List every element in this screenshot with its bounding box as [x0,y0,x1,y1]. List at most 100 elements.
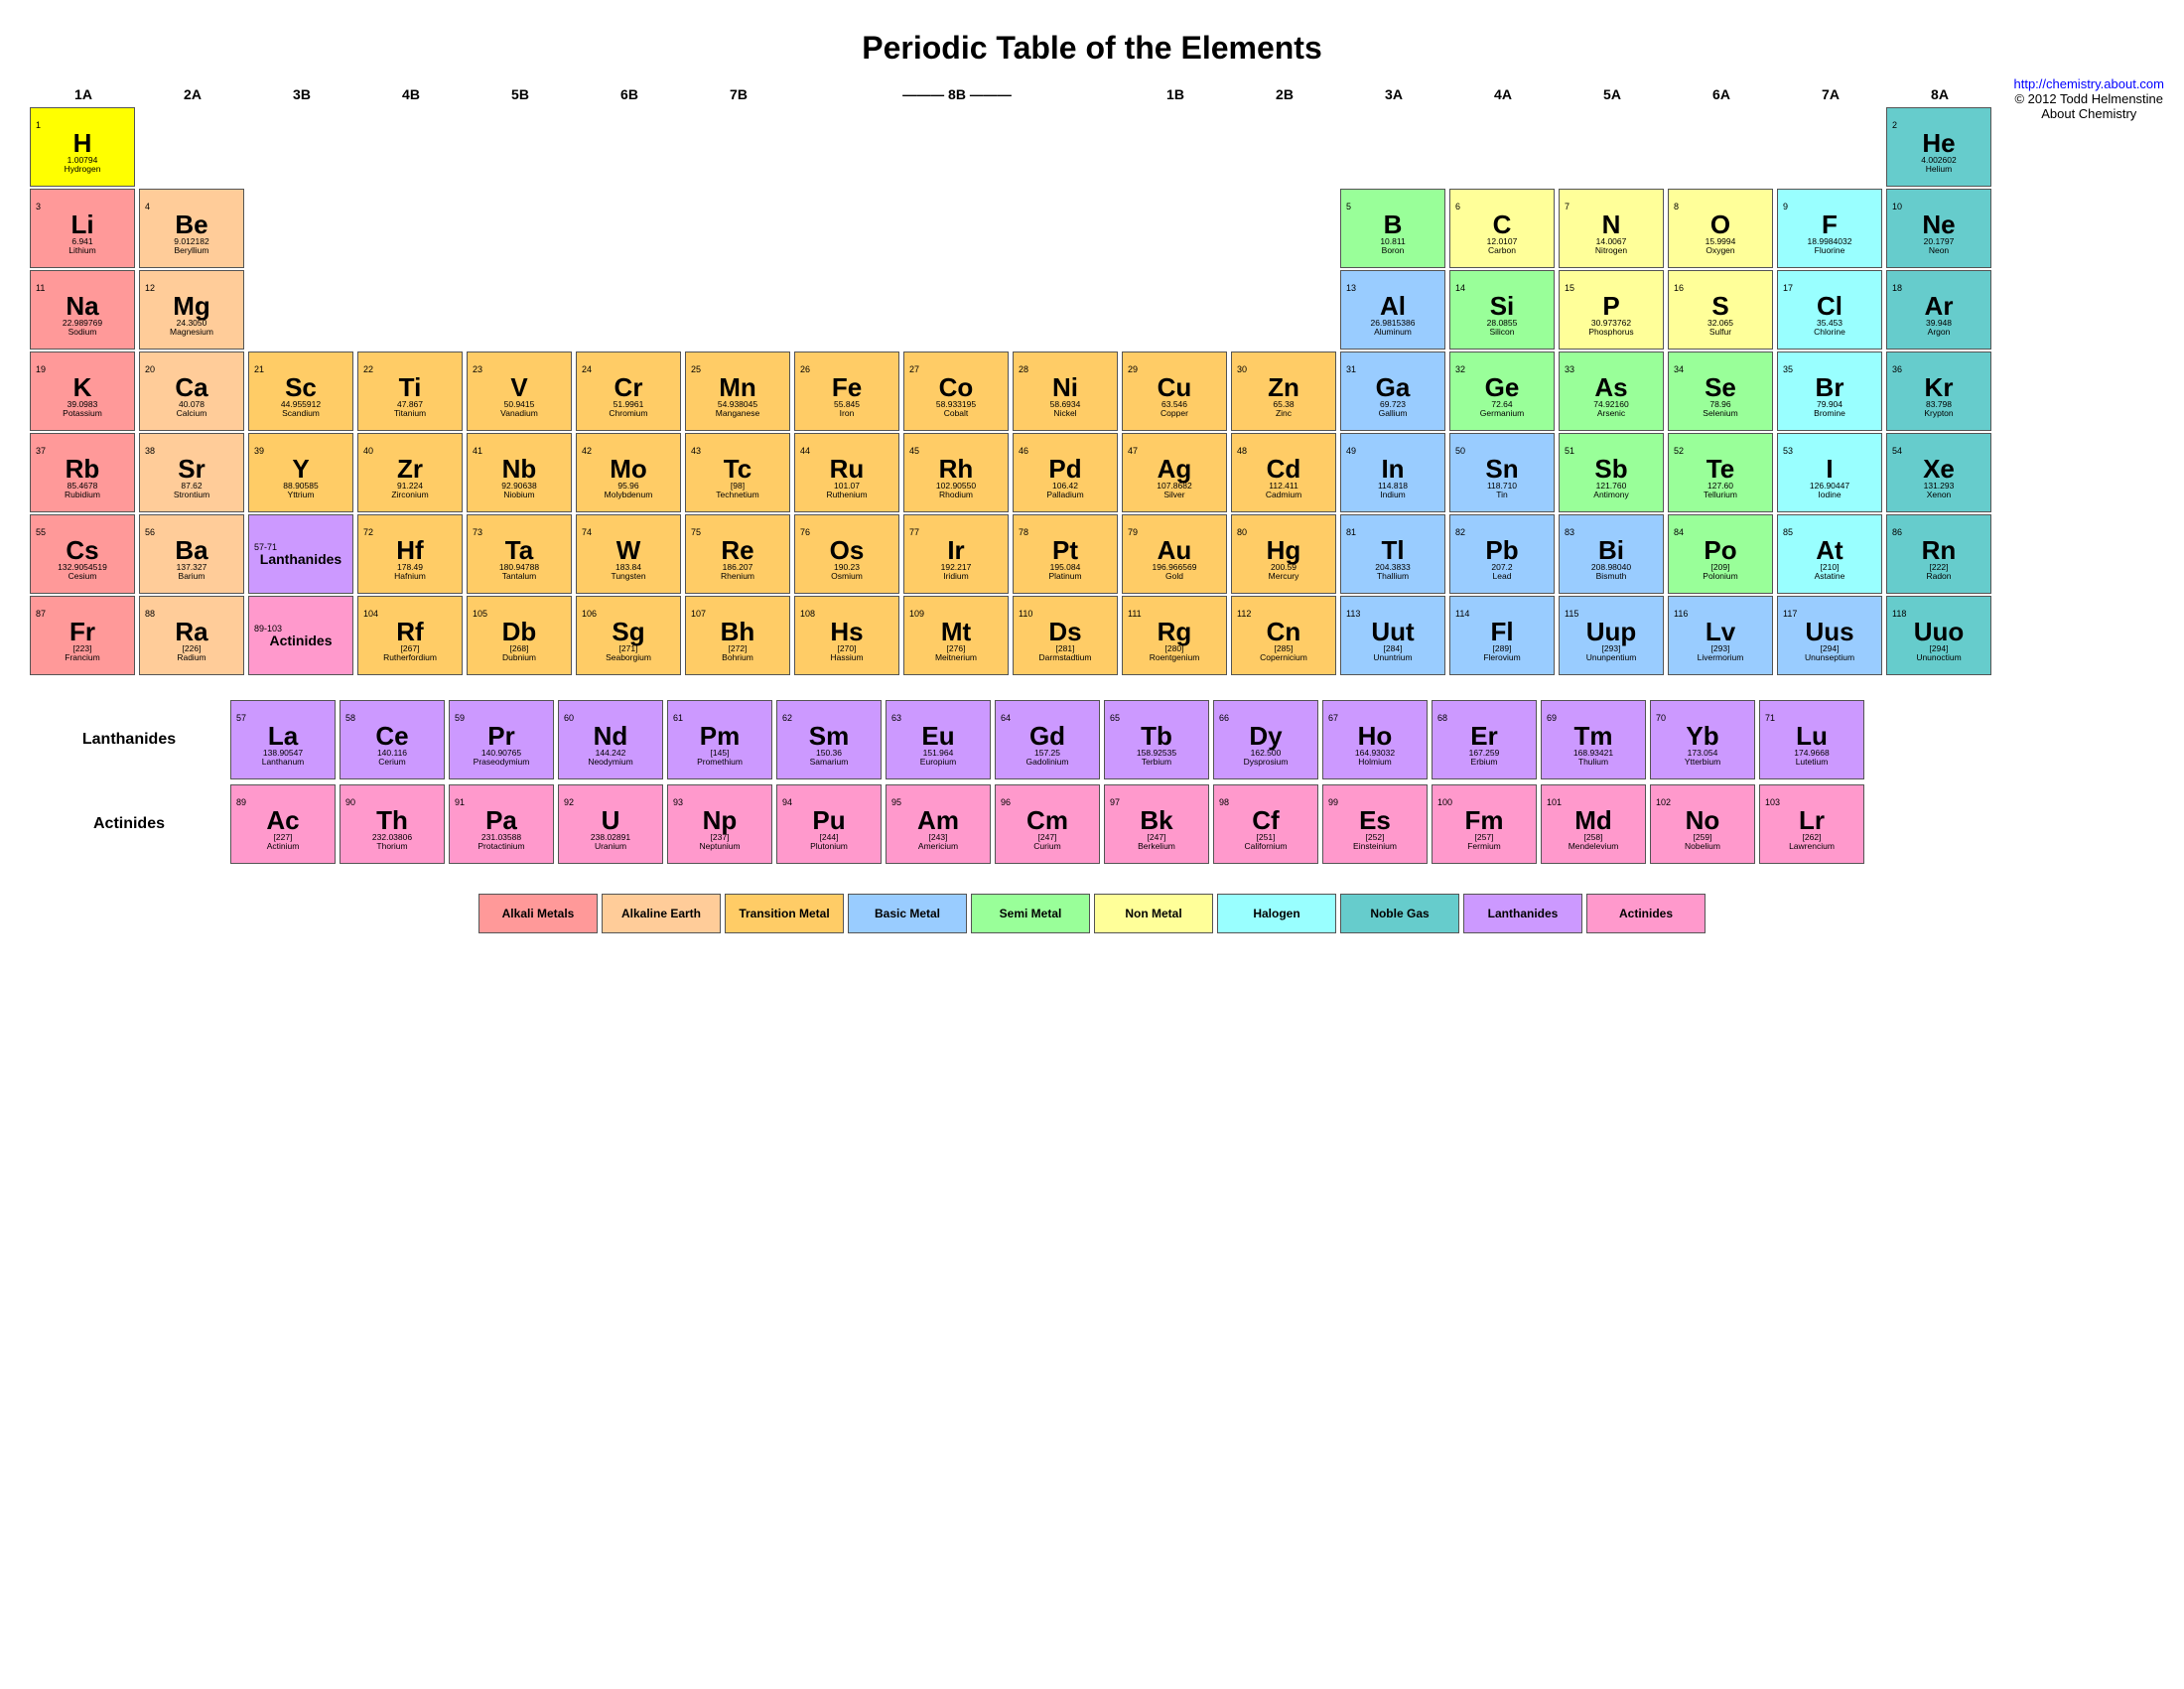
element-S: 16 S 32.065 Sulfur [1668,270,1773,350]
group-label-5a: 5A [1559,86,1666,102]
element-Ho: 67 Ho 164.93032 Holmium [1322,700,1428,779]
group-label-3a: 3A [1340,86,1447,102]
group-labels-row: 1A 2A 3B 4B 5B 6B 7B ——— 8B ——— 1B 2B 3A… [30,86,2154,102]
element-Sn: 50 Sn 118.710 Tin [1449,433,1555,512]
group-label-8b: ——— 8B ——— [794,86,1120,102]
element-At: 85 At [210] Astatine [1777,514,1882,594]
element-Zr: 40 Zr 91.224 Zirconium [357,433,463,512]
element-Cf: 98 Cf [251] Californium [1213,784,1318,864]
element-Po: 84 Po [209] Polonium [1668,514,1773,594]
element-No: 102 No [259] Nobelium [1650,784,1755,864]
element-Ta: 73 Ta 180.94788 Tantalum [467,514,572,594]
element-Am: 95 Am [243] Americium [886,784,991,864]
element-Lu: 71 Lu 174.9668 Lutetium [1759,700,1864,779]
group-label-7b: 7B [685,86,792,102]
element-Ac: 89 Ac [227] Actinium [230,784,336,864]
element-H: 1 H 1.00794 Hydrogen [30,107,135,187]
element-Hf: 72 Hf 178.49 Hafnium [357,514,463,594]
element-Te: 52 Te 127.60 Tellurium [1668,433,1773,512]
element-W: 74 W 183.84 Tungsten [576,514,681,594]
element-Rb: 37 Rb 85.4678 Rubidium [30,433,135,512]
element-Ni: 28 Ni 58.6934 Nickel [1013,352,1118,431]
element-Lr: 103 Lr [262] Lawrencium [1759,784,1864,864]
element-Db: 105 Db [268] Dubnium [467,596,572,675]
element-Ba: 56 Ba 137.327 Barium [139,514,244,594]
element-Sm: 62 Sm 150.36 Samarium [776,700,882,779]
element-Sb: 51 Sb 121.760 Antimony [1559,433,1664,512]
element-Sr: 38 Sr 87.62 Strontium [139,433,244,512]
actinides-label: Actinides [30,784,228,864]
element-Zn: 30 Zn 65.38 Zinc [1231,352,1336,431]
element-La-placeholder: 57-71 Lanthanides [248,514,353,594]
group-label-2b: 2B [1231,86,1338,102]
element-Md: 101 Md [258] Mendelevium [1541,784,1646,864]
legend-basic-metal: Basic Metal [848,894,967,933]
element-He: 2 He 4.002602 Helium [1886,107,1991,187]
element-Tc: 43 Tc [98] Technetium [685,433,790,512]
element-Ra: 88 Ra [226] Radium [139,596,244,675]
group-label-2a: 2A [139,86,246,102]
element-Nd: 60 Nd 144.242 Neodymium [558,700,663,779]
element-Pb: 82 Pb 207.2 Lead [1449,514,1555,594]
element-Fl: 114 Fl [289] Flerovium [1449,596,1555,675]
legend-transition-metal: Transition Metal [725,894,844,933]
element-Ir: 77 Ir 192.217 Iridium [903,514,1009,594]
legend-lanthanides: Lanthanides [1463,894,1582,933]
legend-noble-gas: Noble Gas [1340,894,1459,933]
group-label-7a: 7A [1777,86,1884,102]
legend-alkaline-earth: Alkaline Earth [602,894,721,933]
element-Cl: 17 Cl 35.453 Chlorine [1777,270,1882,350]
element-Ag: 47 Ag 107.8682 Silver [1122,433,1227,512]
group-label-3b: 3B [248,86,355,102]
element-Cr: 24 Cr 51.9961 Chromium [576,352,681,431]
group-label-4a: 4A [1449,86,1557,102]
element-Ac-placeholder: 89-103 Actinides [248,596,353,675]
element-Mo: 42 Mo 95.96 Molybdenum [576,433,681,512]
element-Pd: 46 Pd 106.42 Palladium [1013,433,1118,512]
group-label-6a: 6A [1668,86,1775,102]
element-Uus: 117 Uus [294] Ununseptium [1777,596,1882,675]
element-U: 92 U 238.02891 Uranium [558,784,663,864]
element-Rg: 111 Rg [280] Roentgenium [1122,596,1227,675]
element-Er: 68 Er 167.259 Erbium [1432,700,1537,779]
element-Ge: 32 Ge 72.64 Germanium [1449,352,1555,431]
group-label-1b: 1B [1122,86,1229,102]
element-Rn: 86 Rn [222] Radon [1886,514,1991,594]
element-Re: 75 Re 186.207 Rhenium [685,514,790,594]
element-Mg: 12 Mg 24.3050 Magnesium [139,270,244,350]
element-Mt: 109 Mt [276] Meitnerium [903,596,1009,675]
element-As: 33 As 74.92160 Arsenic [1559,352,1664,431]
element-Hs: 108 Hs [270] Hassium [794,596,899,675]
element-Fe: 26 Fe 55.845 Iron [794,352,899,431]
element-Se: 34 Se 78.96 Selenium [1668,352,1773,431]
element-Nb: 41 Nb 92.90638 Niobium [467,433,572,512]
element-Dy: 66 Dy 162.500 Dysprosium [1213,700,1318,779]
group-label-5b: 5B [467,86,574,102]
element-Br: 35 Br 79.904 Bromine [1777,352,1882,431]
legend: Alkali Metals Alkaline Earth Transition … [30,894,2154,933]
actinides-row: Actinides 89 Ac [227] Actinium 90 Th 232… [30,784,2154,864]
element-Bk: 97 Bk [247] Berkelium [1104,784,1209,864]
legend-alkali-metals: Alkali Metals [478,894,598,933]
element-V: 23 V 50.9415 Vanadium [467,352,572,431]
element-La: 57 La 138.90547 Lanthanum [230,700,336,779]
element-Ce: 58 Ce 140.116 Cerium [340,700,445,779]
element-Ru: 44 Ru 101.07 Ruthenium [794,433,899,512]
element-Be: 4 Be 9.012182 Beryllium [139,189,244,268]
element-Sg: 106 Sg [271] Seaborgium [576,596,681,675]
legend-actinides: Actinides [1586,894,1706,933]
legend-semi-metal: Semi Metal [971,894,1090,933]
element-Gd: 64 Gd 157.25 Gadolinium [995,700,1100,779]
element-K: 19 K 39.0983 Potassium [30,352,135,431]
element-Uut: 113 Uut [284] Ununtrium [1340,596,1445,675]
element-Pm: 61 Pm [145] Promethium [667,700,772,779]
element-Cm: 96 Cm [247] Curium [995,784,1100,864]
element-Eu: 63 Eu 151.964 Europium [886,700,991,779]
group-label-6b: 6B [576,86,683,102]
element-Au: 79 Au 196.966569 Gold [1122,514,1227,594]
element-I: 53 I 126.90447 Iodine [1777,433,1882,512]
info-url[interactable]: http://chemistry.about.com [2014,76,2165,91]
element-Ne: 10 Ne 20.1797 Neon [1886,189,1991,268]
element-Rh: 45 Rh 102.90550 Rhodium [903,433,1009,512]
element-Li: 3 Li 6.941 Lithium [30,189,135,268]
